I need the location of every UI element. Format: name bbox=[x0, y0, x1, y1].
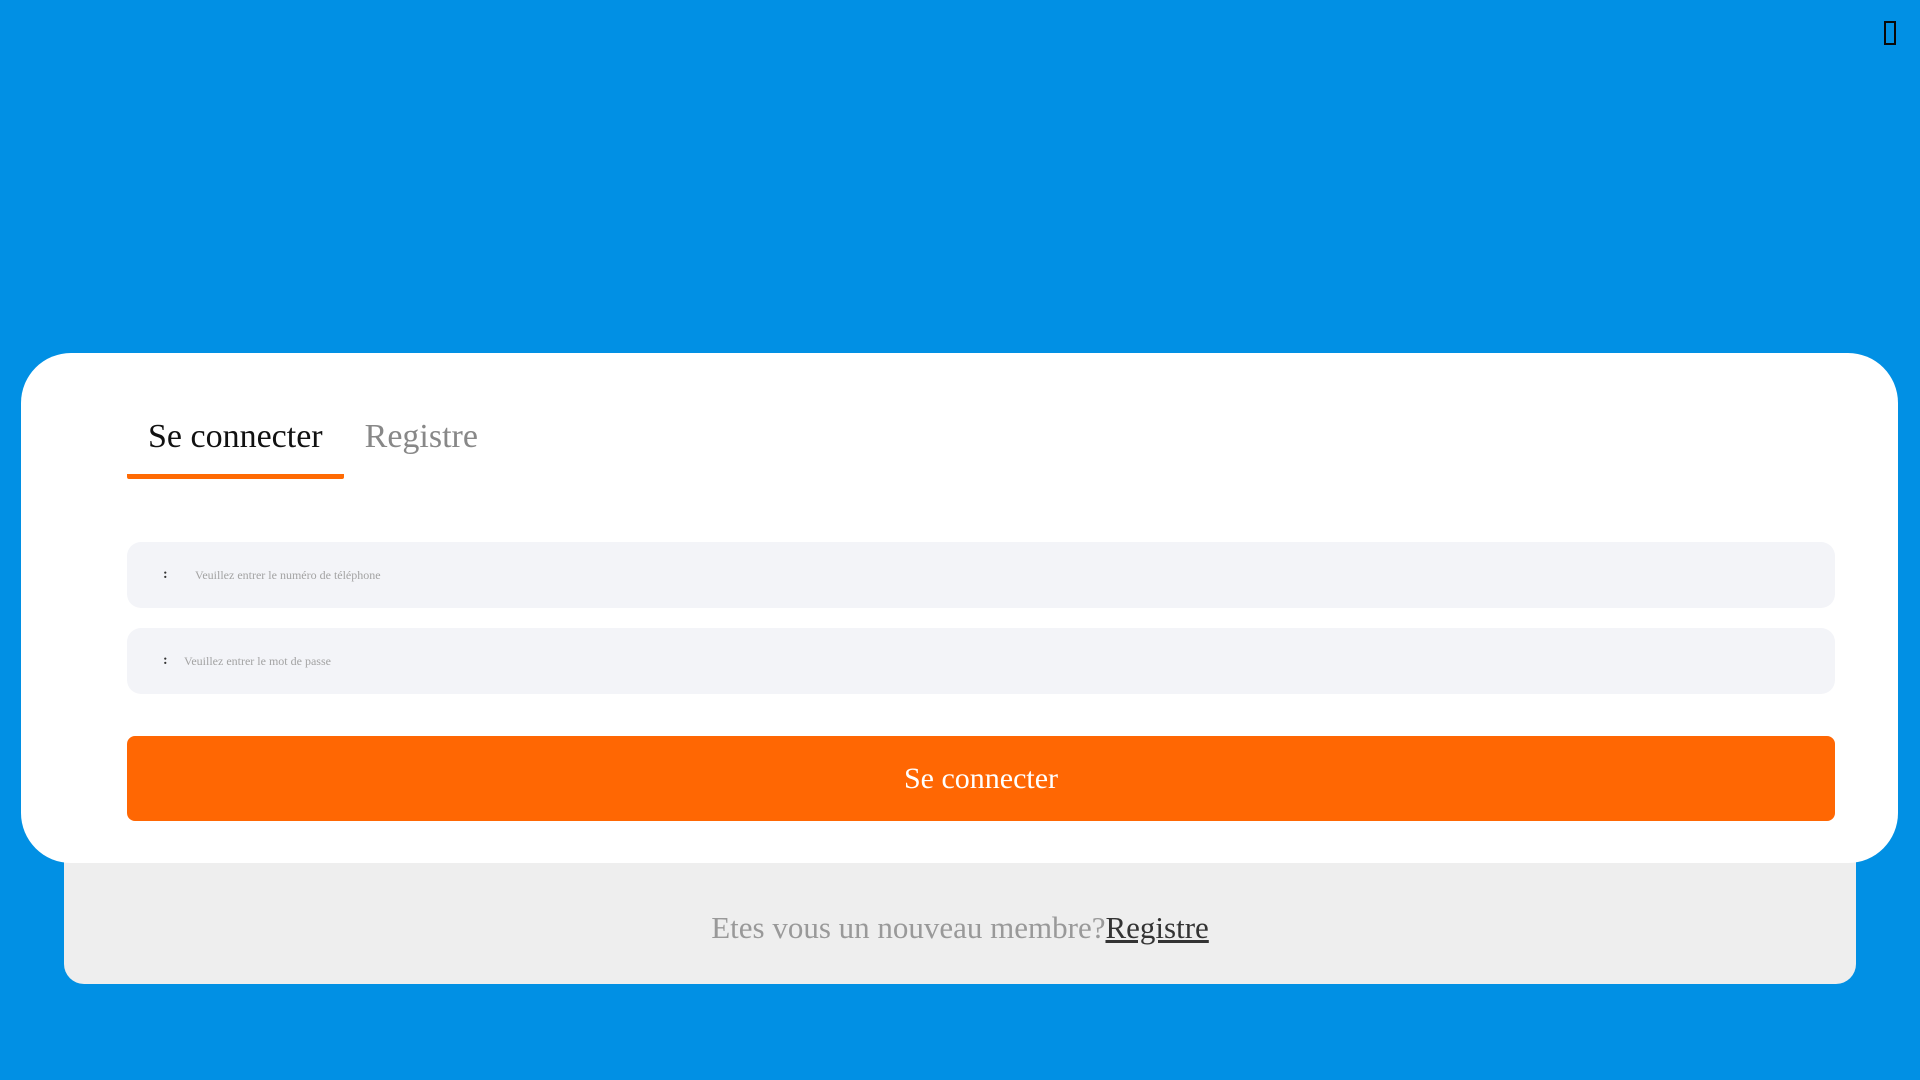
password-field[interactable]: : bbox=[127, 628, 1835, 694]
auth-tabs: Se connecter Registre bbox=[127, 409, 499, 479]
password-prefix: : bbox=[163, 653, 168, 668]
login-card: Se connecter Registre : : Se connecter bbox=[21, 353, 1898, 863]
phone-input[interactable] bbox=[193, 554, 1835, 596]
tab-register[interactable]: Registre bbox=[344, 409, 499, 479]
close-icon[interactable] bbox=[1884, 21, 1896, 45]
login-page: Etes vous un nouveau membre?Registre Se … bbox=[0, 0, 1920, 1080]
tab-login[interactable]: Se connecter bbox=[127, 409, 344, 479]
login-button[interactable]: Se connecter bbox=[127, 736, 1835, 821]
phone-field[interactable]: : bbox=[127, 542, 1835, 608]
register-prompt-text: Etes vous un nouveau membre? bbox=[711, 910, 1106, 945]
phone-prefix: : bbox=[163, 567, 168, 582]
password-input[interactable] bbox=[182, 640, 1835, 682]
register-prompt: Etes vous un nouveau membre?Registre bbox=[64, 910, 1856, 946]
register-link[interactable]: Registre bbox=[1105, 910, 1208, 945]
